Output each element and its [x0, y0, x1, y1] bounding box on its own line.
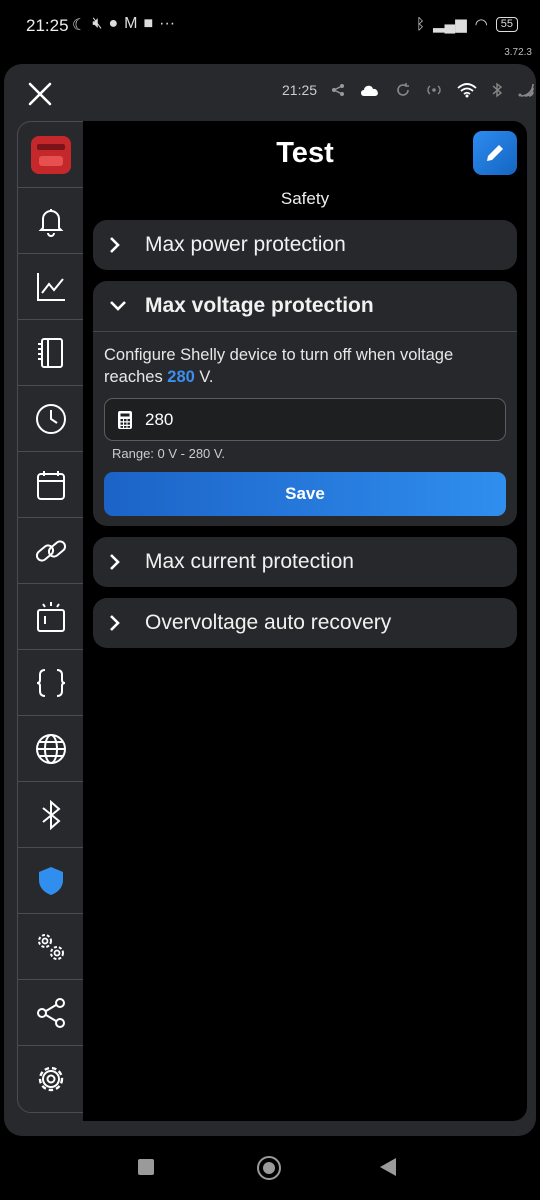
panel-label: Max voltage protection	[145, 294, 374, 317]
calculator-icon	[118, 410, 132, 429]
chat-icon: ●	[108, 15, 119, 32]
back-button[interactable]	[380, 1158, 396, 1176]
chevron-right-icon	[109, 614, 131, 632]
sidebar-item-statistics[interactable]	[18, 254, 84, 320]
share-icon	[37, 997, 65, 1028]
panel-label: Max power protection	[145, 233, 346, 256]
chevron-right-icon	[109, 553, 131, 571]
voltage-field	[104, 398, 506, 441]
sidebar-item-calendar[interactable]	[18, 452, 84, 518]
bag-icon: ■	[143, 15, 154, 32]
cloud-icon	[361, 85, 378, 96]
clock-icon	[36, 403, 66, 434]
header-time: 21:25	[282, 82, 318, 98]
device-thumbnail	[31, 135, 71, 174]
sidebar-item-bluetooth[interactable]	[18, 782, 84, 848]
range-hint: Range: 0 V - 280 V.	[112, 446, 225, 461]
voltage-highlight: 280	[167, 368, 195, 386]
globe-icon	[36, 733, 66, 764]
chevron-right-icon	[109, 236, 131, 254]
sidebar-item-advanced-settings[interactable]	[18, 914, 84, 980]
edit-button[interactable]	[473, 131, 517, 175]
navigation-bar	[0, 1136, 540, 1200]
more-icon: ···	[159, 15, 176, 32]
moon-icon: ☾	[72, 17, 87, 34]
panel-label: Overvoltage auto recovery	[145, 611, 392, 634]
sidebar-item-scripts[interactable]	[18, 650, 84, 716]
settings-icon	[38, 1066, 64, 1091]
save-button[interactable]: Save	[104, 472, 506, 516]
sidebar-item-notifications[interactable]	[18, 188, 84, 254]
bluetooth-icon	[42, 799, 61, 830]
panel-max-current-protection: Max current protection	[93, 537, 517, 587]
panel-header-max-current[interactable]: Max current protection	[93, 537, 517, 587]
recents-button[interactable]	[138, 1159, 154, 1175]
panel-header-overvoltage-recovery[interactable]: Overvoltage auto recovery	[93, 598, 517, 648]
shield-icon	[39, 866, 63, 895]
connection-status-bar: 21:25	[282, 82, 535, 98]
mute-icon: 🔇︎	[92, 15, 103, 32]
sync-icon	[397, 83, 410, 96]
sidebar	[17, 121, 85, 1113]
bluetooth-icon: ᛒ	[415, 15, 425, 33]
sidebar-item-input[interactable]	[18, 584, 84, 650]
sidebar-item-actions[interactable]	[18, 518, 84, 584]
panel-label: Max current protection	[145, 550, 354, 573]
rss-icon	[518, 83, 534, 97]
wifi-icon	[457, 83, 477, 98]
broadcast-icon	[427, 85, 441, 95]
voltage-input[interactable]	[143, 408, 477, 431]
app-window: 21:25 Test Safety Max power protection M…	[4, 64, 536, 1136]
close-icon[interactable]	[26, 80, 54, 108]
home-button[interactable]	[257, 1156, 281, 1180]
gears-icon	[38, 933, 64, 960]
panel-max-voltage-protection: Max voltage protection Configure Shelly …	[93, 281, 517, 526]
chevron-down-icon	[109, 300, 131, 312]
signal-icon: ▂▄▆	[432, 16, 467, 33]
sidebar-item-device-info[interactable]	[18, 320, 84, 386]
input-icon	[37, 601, 65, 632]
sidebar-item-schedules[interactable]	[18, 386, 84, 452]
calendar-icon	[37, 470, 65, 500]
voltage-description: Configure Shelly device to turn off when…	[104, 346, 454, 386]
main-panel: Test Safety Max power protection Max vol…	[83, 121, 527, 1121]
panel-overvoltage-auto-recovery: Overvoltage auto recovery	[93, 598, 517, 648]
panel-max-power-protection: Max power protection	[93, 220, 517, 270]
sidebar-item-settings[interactable]	[18, 1046, 84, 1111]
panel-header-max-power[interactable]: Max power protection	[93, 220, 517, 270]
share-icon	[332, 84, 345, 96]
pencil-icon	[487, 145, 503, 161]
status-time: 21:25	[26, 16, 69, 35]
sidebar-item-safety[interactable]	[18, 848, 84, 914]
page-title: Test	[276, 137, 334, 169]
sidebar-item-sharing[interactable]	[18, 980, 84, 1046]
page-subtitle: Safety	[280, 189, 330, 208]
device-icon	[38, 337, 63, 368]
sidebar-item-network[interactable]	[18, 716, 84, 782]
script-braces-icon	[36, 668, 66, 697]
link-icon	[35, 539, 67, 562]
wifi-icon: ◠	[474, 16, 488, 33]
status-bar: 21:25 ☾ 🔇︎ ● M ■ ··· ᛒ ▂▄▆ ◠ 55	[0, 0, 540, 44]
chart-icon	[37, 272, 65, 301]
bell-icon	[38, 208, 64, 237]
bluetooth-icon	[492, 82, 503, 98]
battery-indicator: 55	[495, 16, 518, 32]
panel-header-max-voltage[interactable]: Max voltage protection	[93, 281, 517, 332]
app-version: 3.72.3	[504, 47, 532, 58]
gmail-icon: M	[124, 15, 138, 32]
sidebar-item-device[interactable]	[18, 122, 84, 188]
